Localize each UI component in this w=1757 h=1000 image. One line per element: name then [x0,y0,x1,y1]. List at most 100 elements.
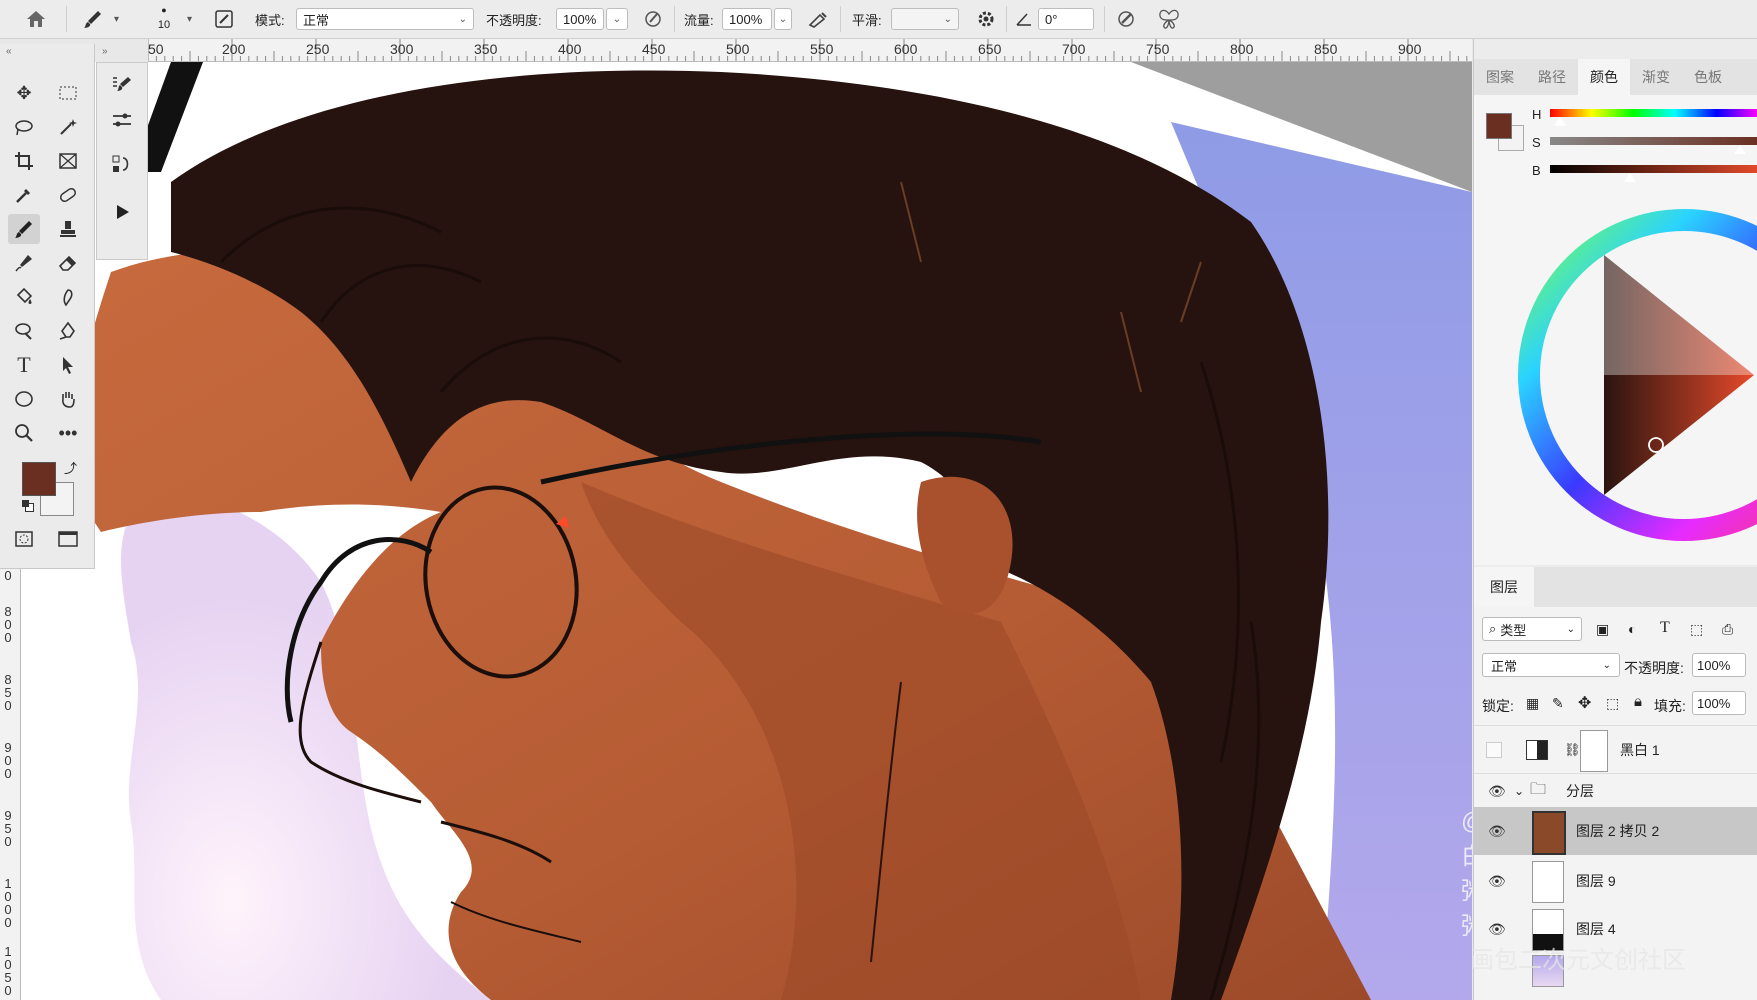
pen-tool-icon[interactable] [52,316,84,346]
flow-dropdown[interactable]: ⌄ [774,8,792,30]
path-selection-icon[interactable] [52,350,84,380]
saturation-slider[interactable] [1550,137,1757,145]
layer-name[interactable]: 分层 [1566,781,1594,801]
brush-settings-panel-icon[interactable] [106,69,138,99]
layer-group-row[interactable]: 👁︎ ⌄ 🗀 分层 [1474,773,1757,808]
dodge-tool-icon[interactable] [8,316,40,346]
tab-gradients[interactable]: 渐变 [1630,59,1682,95]
type-tool-icon[interactable]: T [8,350,40,380]
gear-icon[interactable] [974,0,998,38]
crop-tool-icon[interactable] [8,146,40,176]
swap-colors-icon[interactable]: ⤴ [64,458,77,477]
tab-paths[interactable]: 路径 [1526,59,1578,95]
flow-input[interactable]: 100% [722,8,772,30]
filter-smart-object-icon[interactable]: ⎙ [1722,621,1733,638]
brush-settings-icon[interactable] [212,0,236,38]
eraser-icon[interactable] [52,248,84,278]
symmetry-butterfly-icon[interactable] [1156,0,1182,38]
mode-select[interactable]: 正常 ⌄ [296,8,474,30]
lock-pixels-icon[interactable]: ✎ [1552,695,1564,712]
brush-tool-icon[interactable] [8,214,40,244]
lasso-tool-icon[interactable] [8,112,40,142]
fill-input[interactable]: 100% [1692,691,1746,715]
layer-name[interactable]: 图层 4 [1576,919,1616,939]
frame-tool-icon[interactable] [52,146,84,176]
collapse-icon[interactable]: « [6,46,12,57]
eye-icon[interactable]: 👁︎ [1488,783,1506,799]
eye-icon[interactable]: 👁︎ [1488,873,1506,889]
tab-layers[interactable]: 图层 [1474,567,1534,607]
filter-adjustment-icon[interactable]: ◐ [1628,621,1636,637]
adjustments-icon[interactable] [106,105,138,135]
lock-transparency-icon[interactable]: ▦ [1526,695,1539,712]
pressure-size-icon[interactable] [1114,0,1138,38]
filter-type-icon[interactable]: T [1660,619,1670,637]
smoothing-input[interactable]: ⌄ [891,8,959,30]
color-wheel[interactable] [1514,205,1757,545]
layer-blend-mode-select[interactable]: 正常 ⌄ [1482,653,1620,677]
opacity-input[interactable]: 100% [556,8,604,30]
layer-row-selected[interactable]: 👁︎ 图层 2 拷贝 2 [1474,807,1757,855]
opacity-dropdown[interactable]: ⌄ [606,8,628,30]
panel-fg-swatch[interactable] [1486,113,1512,139]
document-canvas[interactable]: @白粥粥 [21,62,1472,1000]
ellipse-tool-icon[interactable] [8,384,40,414]
tab-patterns[interactable]: 图案 [1474,59,1526,95]
ruler-horizontal[interactable]: 50 200 250 300 350 400 450 500 550 600 6… [148,39,1472,62]
airbrush-icon[interactable] [806,0,830,38]
eye-icon[interactable]: 👁︎ [1488,921,1506,937]
move-tool-icon[interactable]: ✥ [8,78,40,108]
marquee-tool-icon[interactable] [52,78,84,108]
quick-mask-icon[interactable] [8,524,40,554]
link-icon[interactable]: ⛓ [1564,742,1581,758]
layer-name[interactable]: 黑白 1 [1620,740,1660,760]
hue-slider[interactable] [1550,109,1757,117]
play-actions-icon[interactable] [106,197,138,227]
chevron-down-icon[interactable]: ▾ [183,0,192,38]
chevron-down-icon[interactable]: ⌄ [1514,784,1524,798]
pressure-opacity-icon[interactable] [642,0,664,38]
history-brush-icon[interactable] [8,248,40,278]
home-icon[interactable] [20,0,52,38]
chevron-down-icon[interactable]: ▾ [110,0,119,38]
saturation-slider-handle[interactable] [1734,145,1746,154]
eye-icon[interactable]: 👁︎ [1488,823,1506,839]
clone-source-icon[interactable] [106,149,138,179]
foreground-color-swatch[interactable] [22,462,56,496]
layer-row[interactable]: 👁︎ 图层 9 [1474,857,1757,905]
layer-name[interactable]: 图层 9 [1576,871,1616,891]
filter-shape-icon[interactable]: ⬚ [1690,621,1703,638]
layer-thumbnail[interactable] [1532,811,1566,855]
filter-image-icon[interactable]: ▣ [1596,621,1609,638]
healing-brush-icon[interactable] [52,180,84,210]
hue-slider-handle[interactable] [1554,117,1566,126]
hand-tool-icon[interactable] [52,384,84,414]
tab-swatches[interactable]: 色板 [1682,59,1734,95]
layer-thumbnail[interactable] [1532,861,1564,903]
layer-row[interactable]: ⛓ 黑白 1 [1474,725,1757,774]
lock-all-icon[interactable]: 🔒︎ [1634,693,1642,710]
layer-mask-thumbnail[interactable] [1580,730,1608,772]
visibility-toggle[interactable] [1486,742,1502,758]
layer-filter-select[interactable]: ⌕ 类型 ⌄ [1482,617,1582,641]
brush-preset-picker[interactable]: ● 10 [152,0,176,38]
brightness-slider[interactable] [1550,165,1757,173]
tab-color[interactable]: 颜色 [1578,59,1630,95]
smudge-tool-icon[interactable] [52,282,84,312]
paint-bucket-icon[interactable] [8,282,40,312]
lock-position-icon[interactable]: ✥ [1578,693,1591,713]
default-colors-icon[interactable] [22,500,34,512]
more-tools-icon[interactable]: ••• [52,418,84,448]
layer-opacity-input[interactable]: 100% [1692,653,1746,677]
angle-input[interactable]: 0° [1038,8,1094,30]
zoom-tool-icon[interactable] [8,418,40,448]
screen-mode-icon[interactable] [52,524,84,554]
lock-artboard-icon[interactable]: ⬚ [1606,695,1619,712]
expand-icon[interactable]: » [102,46,108,57]
brush-tool-icon[interactable] [80,0,106,38]
brightness-slider-handle[interactable] [1624,173,1636,182]
layer-name[interactable]: 图层 2 拷贝 2 [1576,821,1659,841]
eyedropper-icon[interactable] [8,180,40,210]
magic-wand-icon[interactable] [52,112,84,142]
clone-stamp-icon[interactable] [52,214,84,244]
